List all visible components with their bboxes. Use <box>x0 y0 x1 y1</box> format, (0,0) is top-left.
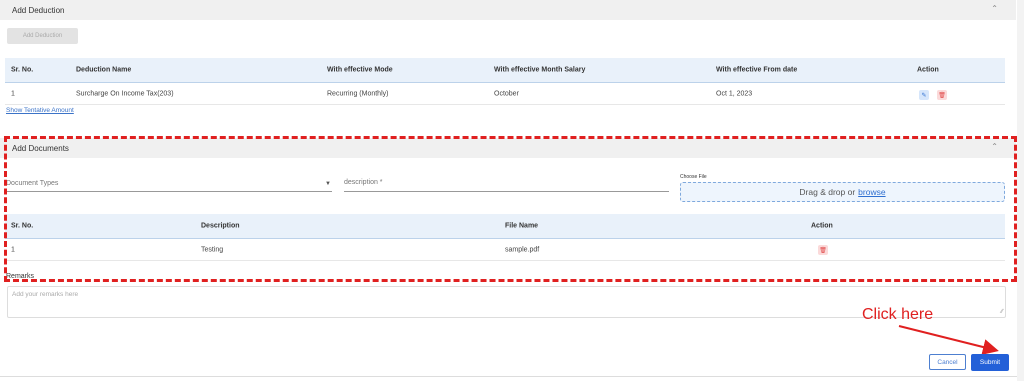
submit-button[interactable]: Submit <box>971 354 1009 371</box>
remarks-textarea[interactable]: Add your remarks here ∕∕ <box>7 286 1006 318</box>
col-deduction-name: Deduction Name <box>76 66 132 74</box>
resize-grip-icon[interactable]: ∕∕ <box>1001 309 1003 315</box>
col-action: Action <box>917 66 939 74</box>
table-row: 1 Surcharge On Income Tax(203) Recurring… <box>5 83 1005 105</box>
col-sr-no: Sr. No. <box>11 66 34 74</box>
deduction-table-header: Sr. No. Deduction Name With effective Mo… <box>5 58 1005 82</box>
cancel-button[interactable]: Cancel <box>929 354 966 370</box>
chevron-up-icon[interactable]: ⌃ <box>991 4 998 13</box>
row-sr-no: 1 <box>11 90 15 97</box>
col-effective-month: With effective Month Salary <box>494 66 586 74</box>
row-effective-mode: Recurring (Monthly) <box>327 90 389 97</box>
divider <box>0 376 1017 377</box>
deduction-section-header[interactable]: Add Deduction ⌃ <box>0 0 1016 20</box>
scrollbar[interactable] <box>1017 0 1024 381</box>
show-tentative-amount-link[interactable]: Show Tentative Amount <box>6 107 74 114</box>
row-deduction-name: Surcharge On Income Tax(203) <box>76 90 174 97</box>
edit-icon[interactable]: ✎ <box>919 90 929 100</box>
remarks-placeholder: Add your remarks here <box>12 291 79 298</box>
trash-icon[interactable]: 🗑 <box>937 90 947 100</box>
highlight-box <box>4 136 1017 282</box>
col-effective-mode: With effective Mode <box>327 66 393 74</box>
deduction-section-title: Add Deduction <box>12 5 65 15</box>
col-effective-from-date: With effective From date <box>716 66 798 74</box>
row-effective-month: October <box>494 90 519 97</box>
row-effective-from-date: Oct 1, 2023 <box>716 90 753 97</box>
add-deduction-button: Add Deduction <box>7 28 78 44</box>
